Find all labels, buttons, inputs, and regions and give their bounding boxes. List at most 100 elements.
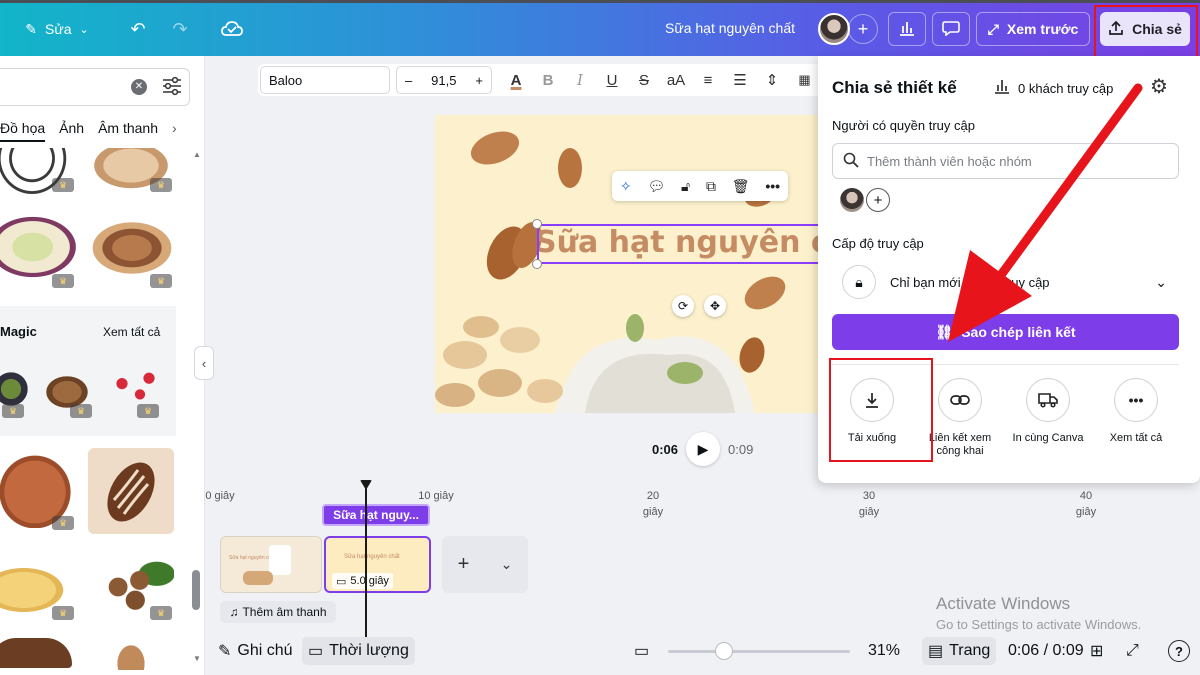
font-size-value[interactable]: 91,5 [431, 73, 456, 88]
pages-button[interactable]: ▤ Trang [922, 637, 997, 665]
selection-frame[interactable] [537, 224, 837, 264]
zoom-level[interactable]: 31% [868, 637, 900, 665]
ruler-tick-label: 40 giây [1075, 490, 1097, 518]
time-readout: 0:06 / 0:09 [1008, 642, 1084, 659]
tab-audio[interactable]: Âm thanh [98, 120, 158, 142]
graphic-thumbnail[interactable] [86, 218, 178, 278]
more-icon[interactable]: ••• [765, 178, 780, 194]
premium-crown-icon: ♛ [52, 178, 74, 192]
element-quick-toolbar: ✧ 💬︎ 🔓︎ ⧉ 🗑︎ ••• [612, 171, 788, 201]
notes-button[interactable]: ✎ Ghi chú [218, 637, 293, 665]
panel-scrollbar[interactable]: ▲ ▼ [192, 150, 201, 670]
graphic-thumbnail[interactable] [88, 448, 174, 534]
ruler-tick-label: 10 giây [418, 490, 454, 502]
premium-crown-icon: ♛ [52, 606, 74, 620]
chevron-right-icon[interactable]: › [172, 120, 177, 142]
tab-graphics[interactable]: Đồ họa [0, 120, 46, 142]
preview-button[interactable]: ⤢ Xem trước [976, 12, 1090, 46]
text-color-icon[interactable]: A [500, 72, 532, 89]
truck-icon [1026, 378, 1070, 422]
redo-icon[interactable]: ↷ [166, 12, 194, 46]
help-icon[interactable]: ? [1168, 640, 1190, 662]
print-with-canva-option[interactable]: In cùng Canva [1006, 378, 1090, 445]
spacing-icon[interactable]: ⇕ [756, 71, 788, 89]
document-title[interactable]: Sữa hạt nguyên chất [640, 20, 820, 36]
list-icon[interactable]: ☰ [724, 71, 756, 89]
undo-icon[interactable]: ↶ [124, 12, 152, 46]
search-icon [843, 152, 859, 171]
grid-view-icon[interactable]: ⊞ [1090, 637, 1103, 665]
graphic-thumbnail[interactable] [0, 214, 80, 280]
graphic-thumbnail[interactable] [0, 148, 72, 200]
edit-menu-button[interactable]: ✎ Sửa ⌄ [18, 12, 96, 46]
current-time: 0:06 [652, 441, 679, 457]
delete-icon[interactable]: 🗑︎ [732, 178, 750, 195]
strikethrough-icon[interactable]: S [628, 72, 660, 89]
premium-crown-icon: ♛ [52, 516, 74, 530]
resize-handle[interactable] [532, 219, 542, 229]
tab-photos[interactable]: Ảnh [59, 120, 84, 142]
zoom-slider-thumb[interactable] [715, 642, 733, 660]
people-with-access: + [840, 188, 890, 212]
plus-icon[interactable]: + [458, 553, 470, 576]
design-canvas[interactable]: Sữa hạt nguyên chất [435, 115, 818, 413]
letter-case-icon[interactable]: aA [660, 72, 692, 89]
collapse-panel-button[interactable]: ‹ [194, 346, 214, 380]
invite-plus-button[interactable]: + [848, 14, 878, 44]
magic-edit-icon[interactable]: ✧ [620, 178, 632, 195]
page-view-icon[interactable]: ▭ [634, 637, 649, 665]
chevron-down-icon: ⌄ [79, 23, 89, 36]
move-icon[interactable]: ✥ [704, 295, 726, 317]
underline-icon[interactable]: U [596, 72, 628, 89]
premium-crown-icon: ♛ [150, 274, 172, 288]
fullscreen-icon[interactable]: ⤢ [1126, 637, 1139, 665]
add-audio-button[interactable]: ♫ Thêm âm thanh [220, 601, 336, 623]
duration-button[interactable]: ▭ Thời lượng [302, 637, 415, 665]
lock-icon[interactable]: 🔓︎ [681, 178, 690, 195]
zoom-slider[interactable] [668, 650, 850, 653]
pencil-icon: ✎ [25, 20, 37, 37]
add-page-button[interactable]: + ⌄ [442, 536, 528, 593]
cloud-saved-icon[interactable] [218, 12, 246, 46]
canvas-artwork [435, 131, 786, 413]
insights-button[interactable] [888, 12, 926, 46]
link-icon [938, 378, 982, 422]
duplicate-icon[interactable]: ⧉ [706, 178, 716, 195]
graphic-thumbnail[interactable] [112, 638, 150, 670]
plus-icon[interactable]: + [475, 73, 483, 88]
see-all-option[interactable]: ••• Xem tất cả [1094, 378, 1178, 445]
gear-icon[interactable]: ⚙ [1150, 74, 1168, 99]
comments-button[interactable] [932, 12, 970, 46]
lock-icon: 🔒︎ [842, 265, 876, 299]
chevron-down-icon[interactable]: ⌄ [501, 556, 513, 573]
clear-search-icon[interactable]: ✕ [131, 79, 147, 95]
font-family-select[interactable]: Baloo [260, 66, 390, 94]
clip-title-tag[interactable]: Sữa hạt nguy... [322, 504, 430, 526]
playback-controls: 0:06 ▶ 0:09 [652, 432, 753, 466]
filter-icon[interactable] [161, 76, 183, 96]
bold-icon[interactable]: B [532, 72, 564, 89]
align-center-icon[interactable]: ≡ [692, 72, 724, 89]
premium-crown-icon: ♛ [137, 404, 159, 418]
chevron-down-icon: ⌄ [1155, 273, 1167, 290]
transparency-icon[interactable]: ▦ [788, 72, 820, 88]
italic-icon[interactable]: I [564, 71, 596, 89]
see-all-link[interactable]: Xem tất cả [103, 325, 160, 339]
resize-handle[interactable] [532, 259, 542, 269]
user-avatar[interactable] [816, 12, 852, 46]
rotate-icon[interactable]: ⟳ [672, 295, 694, 317]
timeline-clip-1[interactable]: Sữa hạt nguyên chất [220, 536, 322, 593]
pages-icon: ▤ [928, 643, 944, 660]
graphic-thumbnail[interactable] [0, 638, 72, 668]
minus-icon[interactable]: – [405, 73, 412, 88]
avatar[interactable] [840, 188, 864, 212]
add-comment-icon[interactable]: 💬︎ [647, 178, 665, 195]
play-button[interactable]: ▶ [686, 432, 721, 466]
expand-icon: ⤢ [987, 20, 999, 37]
add-person-icon[interactable]: + [866, 188, 890, 212]
font-size-stepper[interactable]: – 91,5 + [396, 66, 492, 94]
timeline-clip-2[interactable]: Sữa hạt nguyên chất ▭ 5.0 giây [324, 536, 431, 593]
playhead[interactable] [365, 480, 367, 658]
clip-mini-title: Sữa hạt nguyên chất [344, 554, 400, 560]
avatar [818, 13, 850, 45]
